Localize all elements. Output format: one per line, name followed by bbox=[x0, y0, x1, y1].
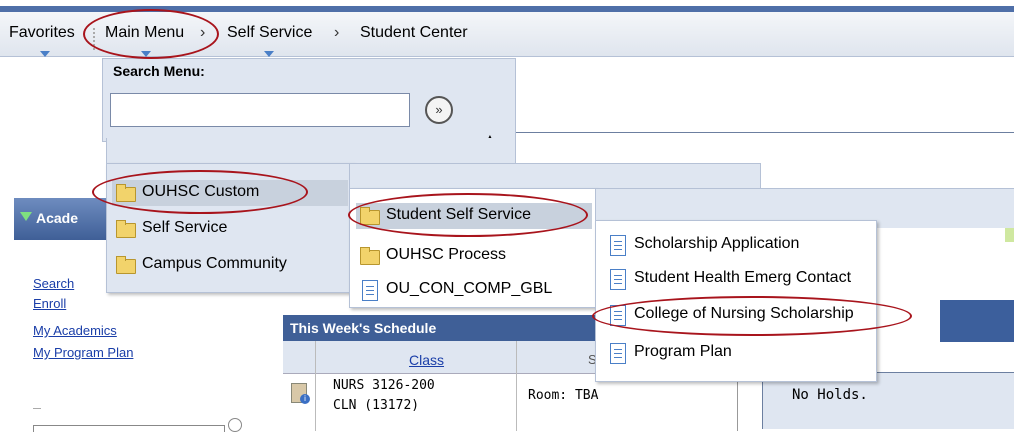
page-icon bbox=[610, 343, 626, 364]
menu-item-ouhsc-custom[interactable]: OUHSC Custom bbox=[112, 180, 348, 206]
calendar-info-icon[interactable]: i bbox=[291, 383, 310, 404]
top-border bbox=[0, 0, 1014, 12]
folder-icon bbox=[116, 256, 136, 274]
expand-triangle-icon bbox=[20, 212, 32, 221]
page-icon bbox=[610, 269, 626, 290]
menu-item-self-service[interactable]: Self Service bbox=[112, 216, 348, 242]
folder-icon bbox=[360, 207, 380, 225]
menu-item-label: Program Plan bbox=[634, 343, 732, 360]
menu-item-student-health-emerg-contact[interactable]: Student Health Emerg Contact bbox=[604, 266, 870, 292]
search-go-button[interactable]: » bbox=[425, 96, 453, 124]
menu-item-label: College of Nursing Scholarship bbox=[634, 305, 854, 322]
breadcrumb-separator-icon: › bbox=[334, 24, 340, 41]
holds-text: No Holds. bbox=[792, 387, 868, 403]
schedule-title: This Week's Schedule bbox=[290, 320, 437, 336]
search-menu-label: Search Menu: bbox=[113, 63, 205, 79]
panel-header bbox=[940, 300, 1014, 342]
main-menu-dropdown-icon[interactable] bbox=[141, 51, 151, 57]
folder-icon bbox=[116, 220, 136, 238]
divider bbox=[515, 132, 1014, 133]
menu-level2-spacer bbox=[349, 163, 761, 190]
academics-panel-header[interactable]: Acade bbox=[14, 198, 112, 240]
nav-divider bbox=[93, 28, 95, 50]
menu-item-label: Self Service bbox=[142, 219, 228, 236]
link-my-academics[interactable]: My Academics bbox=[33, 323, 117, 338]
search-menu-input[interactable] bbox=[110, 93, 410, 127]
menu-item-ou-con-comp-gbl[interactable]: OU_CON_COMP_GBL bbox=[356, 277, 592, 303]
menu-item-label: OU_CON_COMP_GBL bbox=[386, 280, 553, 297]
divider bbox=[33, 408, 41, 409]
nav-main-menu[interactable]: Main Menu bbox=[105, 24, 184, 42]
menu-item-label: Student Self Service bbox=[386, 206, 531, 223]
go-button-icon[interactable] bbox=[228, 418, 242, 432]
folder-icon bbox=[360, 247, 380, 265]
room-text: Room: TBA bbox=[528, 388, 599, 403]
nav-favorites[interactable]: Favorites bbox=[9, 24, 75, 42]
course-section: CLN (13172) bbox=[333, 398, 420, 413]
menu-level3-spacer bbox=[595, 188, 1014, 221]
menu-item-label: Scholarship Application bbox=[634, 235, 800, 252]
breadcrumb-separator-icon: › bbox=[200, 24, 206, 41]
menu-level3-spacer bbox=[875, 220, 1014, 228]
link-enroll[interactable]: Enroll bbox=[33, 296, 66, 311]
favorites-dropdown-icon[interactable] bbox=[40, 51, 50, 57]
menu-item-label: OUHSC Process bbox=[386, 246, 507, 263]
menu-item-student-self-service[interactable]: Student Self Service bbox=[356, 203, 592, 229]
menu-item-label: OUHSC Custom bbox=[142, 183, 260, 200]
menu-item-college-of-nursing-scholarship[interactable]: College of Nursing Scholarship bbox=[604, 302, 870, 328]
menu-item-campus-community[interactable]: Campus Community bbox=[112, 252, 348, 278]
menu-item-label: Student Health Emerg Contact bbox=[634, 269, 852, 286]
link-my-program-plan[interactable]: My Program Plan bbox=[33, 345, 133, 360]
menu-item-program-plan[interactable]: Program Plan bbox=[604, 340, 870, 366]
menu-item-ouhsc-process[interactable]: OUHSC Process bbox=[356, 243, 592, 269]
page-icon bbox=[610, 305, 626, 326]
page-icon bbox=[362, 280, 378, 301]
nav-student-center[interactable]: Student Center bbox=[360, 24, 468, 42]
course-code: NURS 3126-200 bbox=[333, 378, 435, 393]
menu-item-scholarship-application[interactable]: Scholarship Application bbox=[604, 232, 870, 258]
page-icon bbox=[610, 235, 626, 256]
class-column-sort-link[interactable]: Class bbox=[409, 352, 444, 368]
nav-self-service[interactable]: Self Service bbox=[227, 24, 312, 42]
link-search[interactable]: Search bbox=[33, 276, 74, 291]
divider bbox=[315, 341, 316, 431]
navigation-bar: Favorites Main Menu › Self Service › Stu… bbox=[0, 12, 1014, 57]
self-service-dropdown-icon[interactable] bbox=[264, 51, 274, 57]
academics-header-label: Acade bbox=[36, 210, 79, 226]
divider bbox=[516, 341, 517, 431]
menu-level1-spacer bbox=[106, 138, 516, 164]
folder-icon bbox=[116, 184, 136, 202]
menu-item-label: Campus Community bbox=[142, 255, 287, 272]
